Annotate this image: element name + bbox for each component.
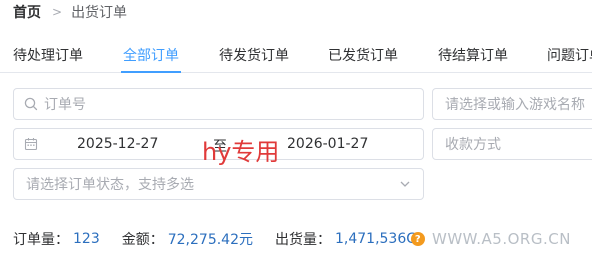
tab-to-ship[interactable]: 待发货订单	[219, 45, 289, 65]
order-page: 首页 > 出货订单 待处理订单 全部订单 待发货订单 已发货订单 待结算订单 问…	[0, 0, 592, 274]
breadcrumb-home[interactable]: 首页	[13, 2, 41, 22]
site-watermark: ? WWW.A5.ORG.CN	[411, 230, 571, 248]
payment-placeholder: 收款方式	[445, 137, 501, 153]
chevron-down-icon[interactable]	[399, 178, 411, 190]
watermark-text: WWW.A5.ORG.CN	[432, 230, 571, 248]
payment-method-select[interactable]: 收款方式	[432, 128, 592, 160]
tab-to-settle[interactable]: 待结算订单	[438, 45, 508, 65]
shipped-value: 1,471,536G	[335, 231, 418, 247]
order-status-select[interactable]: 请选择订单状态，支持多选	[13, 168, 424, 200]
order-stats: 订单量： 123 金额： 72,275.42元 出货量： 1,471,536G	[13, 230, 417, 248]
order-count-label: 订单量：	[13, 232, 69, 248]
calendar-icon	[24, 137, 38, 151]
tab-all[interactable]: 全部订单	[123, 45, 179, 65]
order-tabs: 待处理订单 全部订单 待发货订单 已发货订单 待结算订单 问题订单	[0, 37, 592, 73]
search-icon	[24, 97, 38, 111]
breadcrumb: 首页 > 出货订单	[13, 2, 127, 22]
order-number-placeholder: 订单号	[44, 97, 86, 113]
breadcrumb-separator: >	[52, 5, 63, 19]
amount-label: 金额：	[121, 232, 164, 248]
active-tab-indicator	[121, 71, 181, 73]
order-count-value: 123	[73, 231, 100, 247]
tab-shipped[interactable]: 已发货订单	[328, 45, 398, 65]
tab-pending[interactable]: 待处理订单	[13, 45, 83, 65]
overlay-label: hy专用	[202, 138, 280, 166]
game-placeholder: 请选择或输入游戏名称	[445, 97, 585, 113]
amount-value: 72,275.42元	[167, 232, 253, 248]
date-start-field[interactable]: 2025-12-27	[77, 136, 158, 152]
tab-problem[interactable]: 问题订单	[547, 45, 592, 65]
watermark-dot-icon: ?	[411, 232, 425, 246]
order-number-input[interactable]: 订单号	[13, 88, 424, 120]
status-placeholder: 请选择订单状态，支持多选	[26, 177, 194, 193]
breadcrumb-current: 出货订单	[71, 5, 128, 21]
shipped-label: 出货量：	[275, 232, 331, 248]
game-select[interactable]: 请选择或输入游戏名称	[432, 88, 592, 120]
date-end-field[interactable]: 2026-01-27	[287, 136, 368, 152]
